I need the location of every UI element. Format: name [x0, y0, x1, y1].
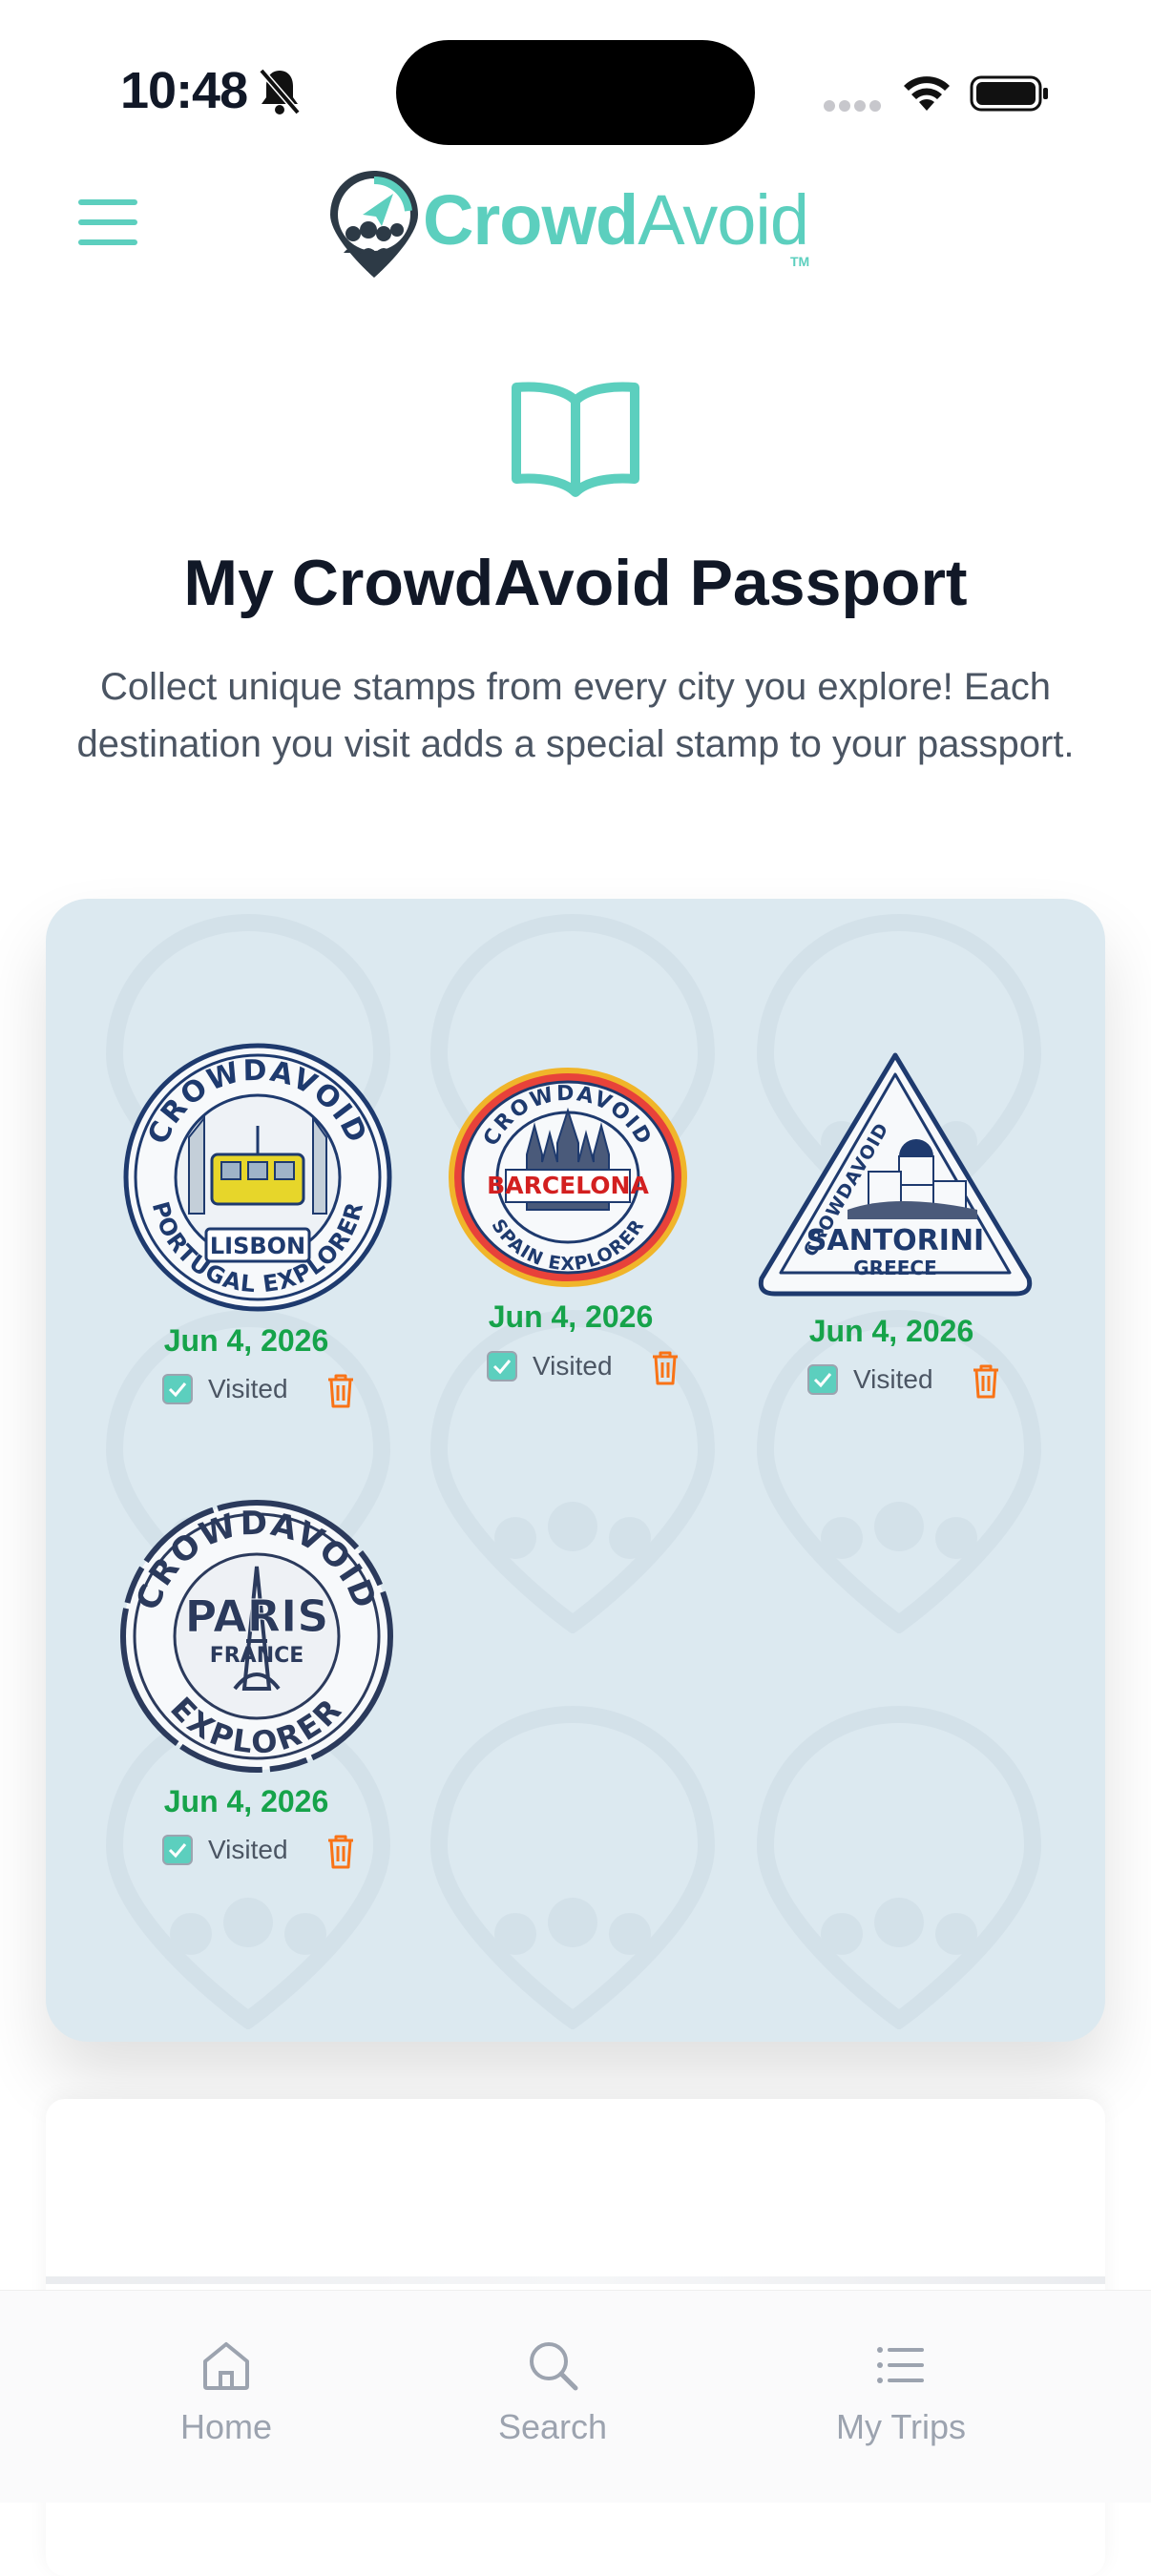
visited-label: Visited: [208, 1835, 288, 1864]
santorini-stamp-icon: CROWDAVOID SANTORINI GREECE: [758, 1052, 1033, 1297]
brand-word-crowd: Crowd: [423, 180, 638, 260]
stamp-card-lisbon[interactable]: CROWDAVOID LISBON PORTUGAL EXPLORER Jun …: [84, 1042, 408, 1408]
map-preview-strip: [46, 2276, 1105, 2284]
visited-row: Visited: [84, 1835, 408, 1873]
home-icon: [203, 2342, 249, 2390]
hamburger-menu-icon[interactable]: [76, 196, 139, 249]
battery-icon: [970, 75, 1048, 112]
nav-my-trips[interactable]: My Trips: [786, 2291, 1015, 2482]
status-bar: 10:48: [0, 0, 1151, 153]
nav-home-label: Home: [179, 2407, 273, 2446]
trash-icon[interactable]: [326, 1374, 355, 1408]
page-description: Collect unique stamps from every city yo…: [76, 666, 1075, 765]
visited-row: Visited: [84, 1374, 408, 1412]
visited-checkbox[interactable]: [162, 1835, 193, 1865]
santorini-city-label: SANTORINI: [806, 1224, 984, 1257]
visited-checkbox[interactable]: [162, 1374, 193, 1404]
passport-card: CROWDAVOID LISBON PORTUGAL EXPLORER Jun …: [46, 899, 1105, 2042]
brand-wordmark: CrowdAvoid: [423, 179, 809, 260]
open-book-icon: [512, 382, 639, 497]
wifi-icon: [904, 76, 950, 111]
crowdavoid-logo-icon[interactable]: [324, 167, 424, 281]
nav-search[interactable]: Search: [457, 2291, 648, 2482]
visited-label: Visited: [208, 1374, 288, 1403]
stamp-date: Jun 4, 2026: [488, 1299, 654, 1334]
trash-icon[interactable]: [651, 1351, 680, 1385]
stamp-date: Jun 4, 2026: [163, 1784, 329, 1818]
visited-checkbox[interactable]: [807, 1364, 838, 1395]
santorini-country-label: GREECE: [853, 1257, 936, 1279]
watermark-pin-icon: [756, 1705, 1042, 2029]
page-title: My CrowdAvoid Passport: [183, 547, 968, 619]
stamp-date: Jun 4, 2026: [163, 1323, 329, 1358]
barcelona-city-label: BARCELONA: [487, 1172, 649, 1199]
list-icon: [877, 2347, 924, 2383]
stamp-card-santorini[interactable]: CROWDAVOID SANTORINI GREECE Jun 4, 2026 …: [729, 1049, 1054, 1399]
barcelona-stamp-icon: CROWDAVOID BARCELONA SPAIN EXPLORER: [449, 1068, 687, 1287]
visited-label: Visited: [533, 1351, 613, 1381]
nav-search-label: Search: [497, 2407, 608, 2446]
trash-icon[interactable]: [972, 1364, 1000, 1399]
paris-city-label: PARIS: [185, 1590, 329, 1642]
visited-label: Visited: [853, 1364, 933, 1394]
visited-checkbox[interactable]: [487, 1351, 517, 1381]
stamp-card-barcelona[interactable]: CROWDAVOID BARCELONA SPAIN EXPLORER Jun …: [408, 1067, 733, 1410]
status-time: 10:48: [120, 62, 248, 119]
brand-word-avoid: Avoid: [638, 180, 809, 260]
paris-stamp-icon: CROWDAVOID PARIS FRANCE EXPLORER: [120, 1500, 393, 1773]
trademark-mark: TM: [790, 254, 810, 269]
stamp-card-paris[interactable]: CROWDAVOID PARIS FRANCE EXPLORER Jun 4, …: [84, 1498, 408, 1869]
visited-row: Visited: [729, 1364, 1054, 1402]
trash-icon[interactable]: [326, 1835, 355, 1869]
cellular-signal-icon: [824, 100, 881, 112]
bell-muted-icon: [259, 68, 301, 115]
lisbon-stamp-icon: CROWDAVOID LISBON PORTUGAL EXPLORER: [123, 1043, 392, 1312]
search-icon: [530, 2342, 578, 2391]
lisbon-city-label: LISBON: [210, 1233, 305, 1259]
paris-country-label: FRANCE: [210, 1644, 304, 1668]
stamp-date: Jun 4, 2026: [808, 1314, 974, 1348]
nav-my-trips-label: My Trips: [835, 2407, 966, 2446]
dynamic-island: [396, 40, 755, 145]
nav-home[interactable]: Home: [131, 2291, 322, 2482]
visited-row: Visited: [408, 1351, 733, 1389]
bottom-navigation: Home Search My Trips: [0, 2290, 1151, 2503]
watermark-pin-icon: [429, 1705, 716, 2029]
